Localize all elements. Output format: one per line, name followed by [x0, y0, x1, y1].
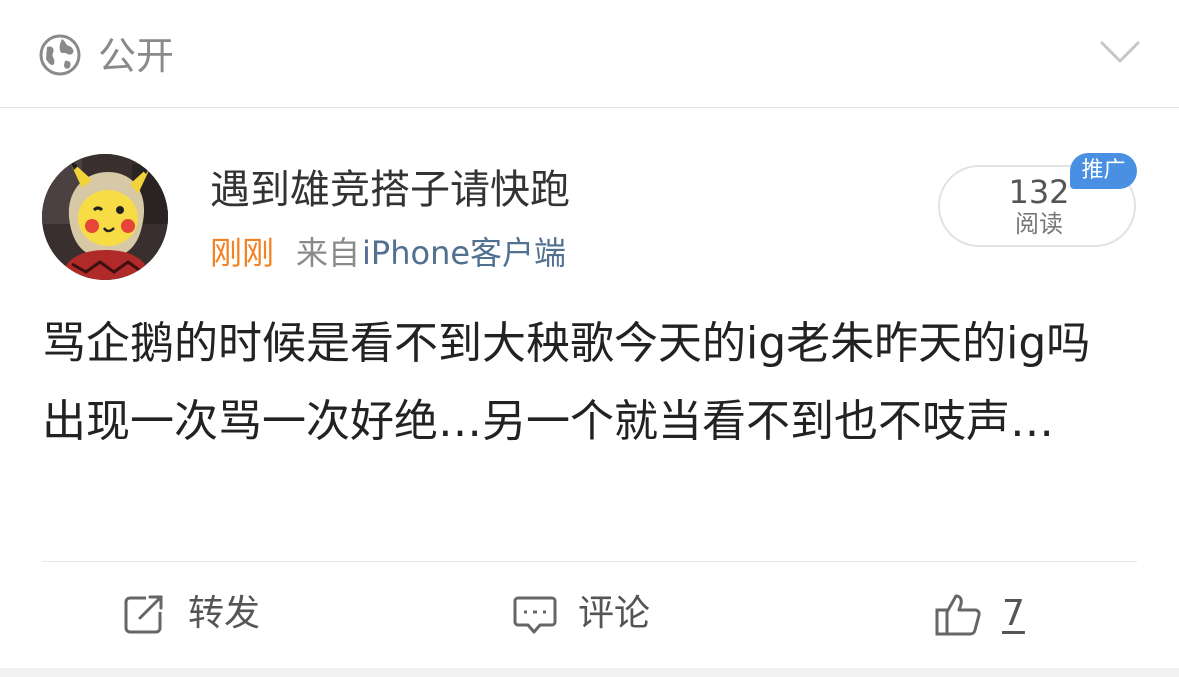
visibility-label: 公开 [98, 34, 175, 78]
like-button[interactable]: 7 [934, 586, 1044, 642]
post-meta: 刚刚 来自iPhone客户端 [210, 228, 566, 278]
avatar-pikachu-icon [42, 154, 168, 280]
like-count: 7 [1002, 593, 1025, 634]
read-label: 阅读 [1015, 210, 1063, 238]
post-time: 刚刚 [210, 234, 275, 272]
weibo-post-card: 公开 遇到雄竞搭子请快跑 刚刚 来自iPhone客户端 132 阅读 推广 骂企… [0, 0, 1179, 677]
post-text: 骂企鹅的时候是看不到大秧歌今天的ig老朱昨天的ig吗 出现一次骂一次好绝…另一个… [42, 318, 1091, 447]
source-client-link[interactable]: iPhone客户端 [362, 234, 566, 272]
source-prefix: 来自 [296, 234, 361, 272]
repost-label: 转发 [188, 593, 261, 634]
visibility-selector[interactable]: 公开 [0, 0, 1179, 108]
avatar[interactable] [42, 154, 168, 280]
comment-icon [513, 596, 557, 634]
divider [42, 561, 1137, 562]
globe-icon [39, 34, 81, 76]
bottom-separator [0, 668, 1179, 677]
comment-button[interactable]: 评论 [512, 586, 672, 642]
chevron-down-icon[interactable] [1099, 38, 1141, 66]
thumbs-up-icon [935, 594, 981, 636]
comment-label: 评论 [578, 593, 651, 634]
author-name[interactable]: 遇到雄竞搭子请快跑 [210, 162, 570, 218]
repost-button[interactable]: 转发 [122, 586, 282, 642]
promote-badge[interactable]: 推广 [1070, 153, 1137, 189]
repost-icon [124, 595, 163, 634]
